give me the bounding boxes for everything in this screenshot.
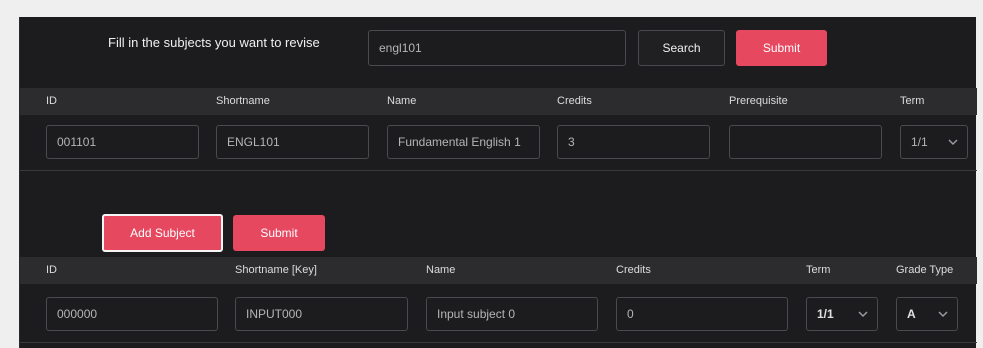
name-field[interactable]: Fundamental English 1 bbox=[387, 125, 540, 159]
new-name-field[interactable]: Input subject 0 bbox=[426, 297, 598, 331]
revise-prompt: Fill in the subjects you want to revise bbox=[108, 35, 320, 50]
add-subject-button[interactable]: Add Subject bbox=[102, 214, 223, 252]
header-grade-type: Grade Type bbox=[896, 264, 954, 276]
search-button[interactable]: Search bbox=[638, 30, 725, 66]
credits-field[interactable]: 3 bbox=[557, 125, 710, 159]
header-shortname-key: Shortname [Key] bbox=[235, 264, 317, 276]
header-id: ID bbox=[46, 264, 57, 276]
new-term-select-value: 1/1 bbox=[817, 307, 834, 321]
search-input[interactable]: engl101 bbox=[368, 30, 626, 66]
row-divider bbox=[20, 342, 977, 343]
prerequisite-field[interactable] bbox=[729, 125, 882, 159]
chevron-down-icon bbox=[948, 139, 958, 146]
header-credits: Credits bbox=[616, 264, 651, 276]
new-term-select[interactable]: 1/1 bbox=[806, 297, 878, 331]
chevron-down-icon bbox=[858, 311, 868, 318]
grade-type-select[interactable]: A bbox=[896, 297, 958, 331]
header-name: Name bbox=[426, 264, 456, 276]
id-field[interactable]: 001101 bbox=[46, 125, 199, 159]
header-shortname: Shortname bbox=[216, 95, 270, 107]
chevron-down-icon bbox=[938, 311, 948, 318]
new-shortname-field[interactable]: INPUT000 bbox=[235, 297, 408, 331]
new-id-field[interactable]: 000000 bbox=[46, 297, 218, 331]
header-id: ID bbox=[46, 95, 57, 107]
search-submit-button[interactable]: Submit bbox=[736, 30, 827, 66]
new-credits-field[interactable]: 0 bbox=[616, 297, 788, 331]
header-term: Term bbox=[900, 95, 925, 107]
term-select[interactable]: 1/1 bbox=[900, 125, 968, 159]
revise-subjects-panel: Fill in the subjects you want to revise … bbox=[19, 17, 977, 348]
shortname-field[interactable]: ENGL101 bbox=[216, 125, 369, 159]
header-term: Term bbox=[806, 264, 831, 276]
grade-type-select-value: A bbox=[907, 307, 916, 321]
header-prerequisite: Prerequisite bbox=[729, 95, 788, 107]
header-name: Name bbox=[387, 95, 417, 107]
row-divider bbox=[20, 170, 977, 171]
add-submit-button[interactable]: Submit bbox=[233, 215, 325, 251]
revise-table-header: ID Shortname Name Credits Prerequisite T… bbox=[20, 88, 977, 115]
add-table-header: ID Shortname [Key] Name Credits Term Gra… bbox=[20, 257, 977, 284]
header-credits: Credits bbox=[557, 95, 592, 107]
term-select-value: 1/1 bbox=[911, 135, 928, 149]
